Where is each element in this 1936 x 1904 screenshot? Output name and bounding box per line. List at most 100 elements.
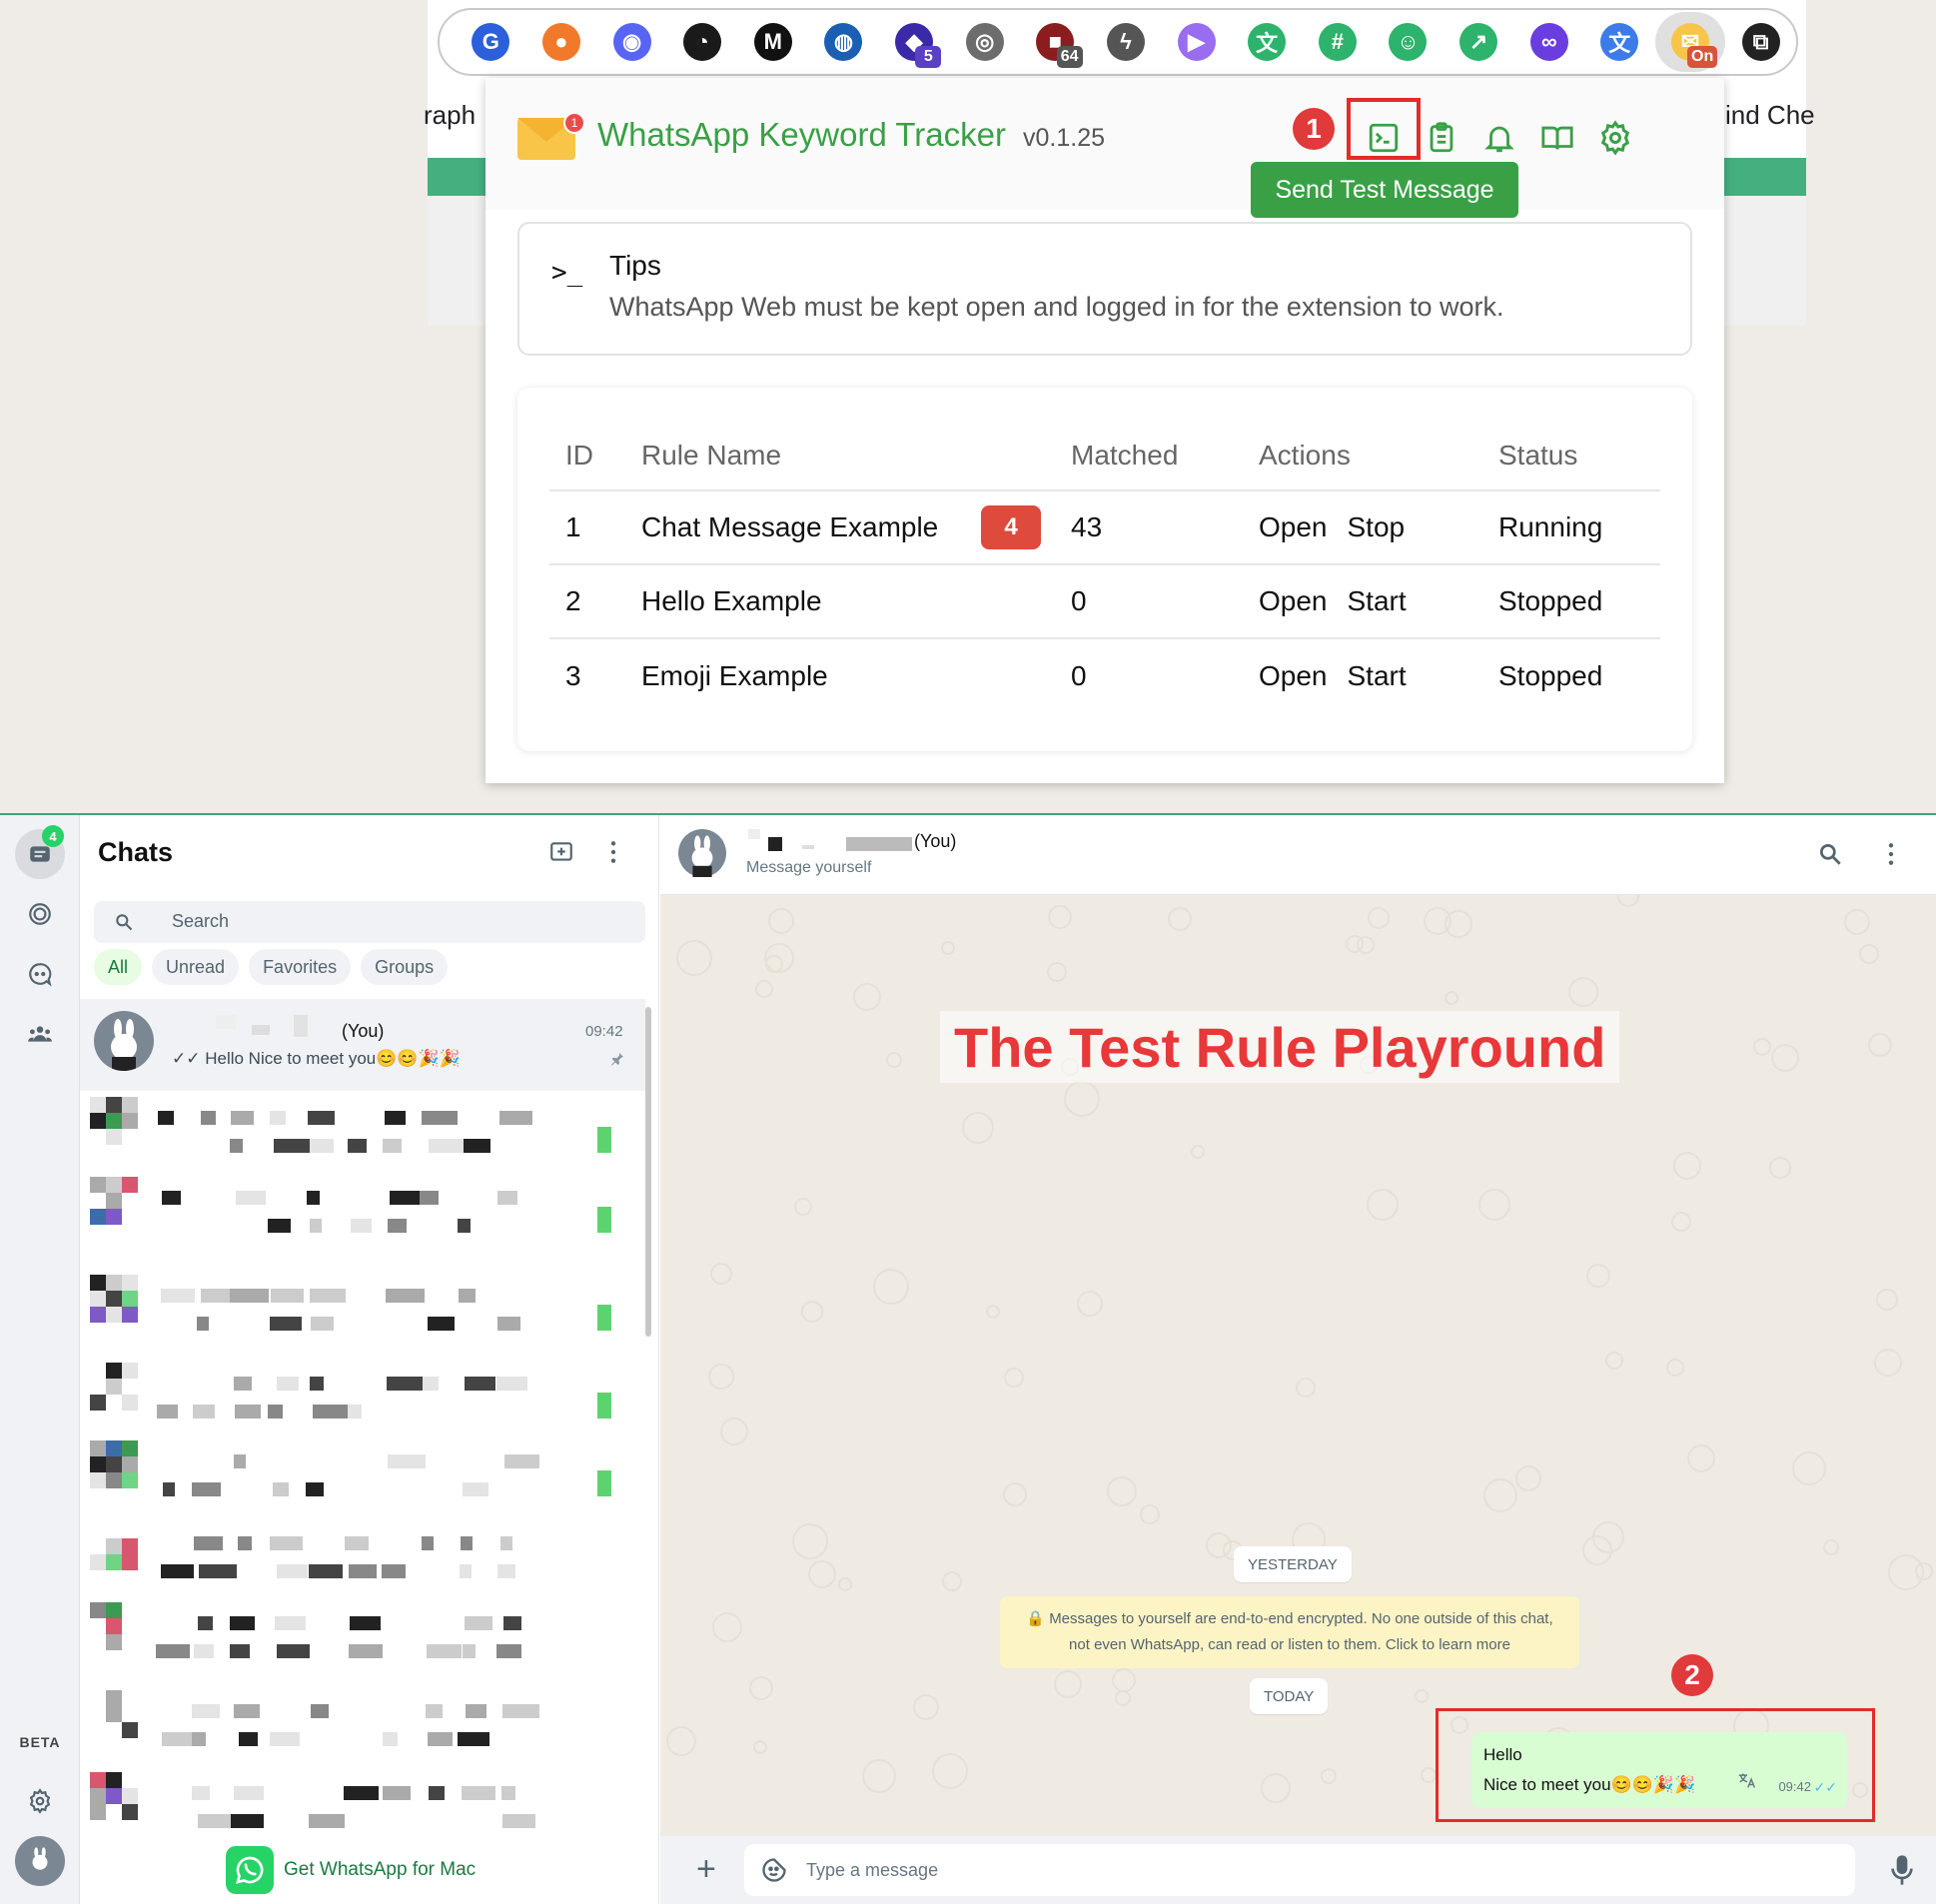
extension-badge: 64 xyxy=(1056,46,1083,68)
wallpaper-doodle xyxy=(1671,1212,1691,1232)
shield-g-extension-button[interactable]: G xyxy=(456,12,526,72)
chat-list-item[interactable] xyxy=(90,1097,639,1177)
wallpaper-doodle xyxy=(1367,1189,1399,1221)
monkey-extension-button[interactable]: ◎ xyxy=(949,12,1020,72)
chat-list-item[interactable] xyxy=(90,1440,639,1520)
search-messages-icon[interactable] xyxy=(1817,841,1843,872)
gear-icon[interactable] xyxy=(1587,110,1643,166)
whatsapp-tracker-ext-extension-button[interactable]: ✉ On xyxy=(1654,12,1726,72)
chat-list-item[interactable] xyxy=(90,1602,639,1682)
get-whatsapp-mac-link[interactable]: Get WhatsApp for Mac xyxy=(226,1846,476,1894)
new-chat-icon[interactable] xyxy=(547,839,575,870)
search-icon xyxy=(114,912,134,937)
search-input[interactable]: Search xyxy=(94,901,645,943)
chat-list-item[interactable] xyxy=(90,1177,639,1257)
rule-matched: 0 xyxy=(1071,660,1087,691)
gauge-extension-button[interactable]: ◔ xyxy=(667,12,738,72)
header-status: Status xyxy=(1498,440,1578,471)
communities-nav-icon[interactable] xyxy=(15,1009,65,1059)
bell-icon[interactable] xyxy=(1471,110,1527,166)
filter-unread[interactable]: Unread xyxy=(152,949,240,985)
bolt-extension-button[interactable]: ϟ xyxy=(1091,12,1162,72)
chat-list-item[interactable] xyxy=(90,1275,639,1355)
book-icon[interactable] xyxy=(1529,110,1585,166)
conversation-menu-icon[interactable] xyxy=(1887,841,1895,872)
whatsapp-web: 4 BETA Chats Search All Unread Favorites… xyxy=(0,813,1936,1904)
wallpaper-doodle xyxy=(838,1577,852,1591)
rule-actions: Open Start xyxy=(1259,660,1407,692)
wallpaper-doodle xyxy=(1357,936,1375,954)
start-button[interactable]: Start xyxy=(1348,585,1407,616)
menu-dots-icon[interactable] xyxy=(609,839,617,870)
share-extension-button[interactable]: ↗ xyxy=(1444,12,1514,72)
filter-all[interactable]: All xyxy=(94,949,143,985)
chat-list-item[interactable] xyxy=(90,1522,639,1602)
message-line-1: Hello xyxy=(1483,1745,1522,1764)
chats-unread-badge: 4 xyxy=(42,825,64,847)
microphone-icon[interactable] xyxy=(1891,1854,1913,1891)
translate-icon[interactable] xyxy=(1737,1770,1757,1800)
password-lock-extension-button[interactable]: ◍ xyxy=(808,12,879,72)
medium-icon: M xyxy=(753,23,792,61)
emoji-sticker-icon[interactable] xyxy=(760,1856,788,1889)
chat-list-item[interactable] xyxy=(90,1690,639,1770)
medium-extension-button[interactable]: M xyxy=(738,12,809,72)
open-button[interactable]: Open xyxy=(1259,511,1328,542)
self-chat-item[interactable]: (You) 09:42 ✓✓ Hello Nice to meet you😊😊🎉… xyxy=(80,999,645,1091)
graduation-cap-extension-button[interactable]: ◆ 5 xyxy=(879,12,950,72)
wallpaper-doodle xyxy=(792,1523,828,1559)
open-button[interactable]: Open xyxy=(1259,660,1328,691)
wallpaper-doodle xyxy=(932,1753,968,1789)
filter-groups[interactable]: Groups xyxy=(361,949,449,985)
wallpaper-doodle xyxy=(1077,1291,1103,1317)
person-extension-button[interactable]: ☺ xyxy=(1373,12,1444,72)
rule-status: Stopped xyxy=(1498,585,1603,616)
gradient-play-extension-button[interactable]: ▶ xyxy=(1161,12,1232,72)
overlay-title: The Test Rule Playround xyxy=(940,1011,1620,1083)
start-button[interactable]: Start xyxy=(1348,660,1407,691)
settings-icon[interactable] xyxy=(15,1776,65,1826)
unread-count-badge: 4 xyxy=(981,505,1041,549)
wallpaper-doodle xyxy=(1206,1532,1232,1558)
hashtag-extension-button[interactable]: # xyxy=(1303,12,1374,72)
wallpaper-doodle xyxy=(676,940,712,976)
outgoing-message[interactable]: Hello Nice to meet you😊😊🎉🎉 09:42 ✓✓ xyxy=(1471,1732,1847,1808)
status-nav-icon[interactable] xyxy=(15,889,65,939)
filter-favorites[interactable]: Favorites xyxy=(249,949,352,985)
message-input[interactable]: Type a message xyxy=(744,1844,1855,1896)
wallpaper-doodle xyxy=(941,941,955,955)
terminal-icon[interactable] xyxy=(1356,110,1412,166)
conversation-header[interactable]: (You) Message yourself xyxy=(660,815,1936,895)
discord-extension-button[interactable]: ◉ xyxy=(596,12,667,72)
wallpaper-doodle xyxy=(666,1726,696,1756)
chat-list-item[interactable] xyxy=(90,1772,639,1852)
wallpaper-doodle xyxy=(1586,1264,1610,1288)
chat-list-item[interactable] xyxy=(90,1363,639,1442)
wallpaper-doodle xyxy=(1666,1359,1684,1377)
translate-green-extension-button[interactable]: 文 xyxy=(1232,12,1303,72)
channels-nav-icon[interactable] xyxy=(15,949,65,999)
chat-list-scrollbar[interactable] xyxy=(645,1007,651,1337)
translate-blue-extension-button[interactable]: 文 xyxy=(1584,12,1655,72)
wallpaper-doodle xyxy=(749,1676,773,1700)
puzzle-extension-button[interactable]: ⧉ xyxy=(1725,12,1796,72)
pin-icon xyxy=(609,1051,625,1072)
nav-rail: 4 BETA xyxy=(0,815,80,1904)
dark-red-app-extension-button[interactable]: ■ 64 xyxy=(1020,12,1091,72)
open-button[interactable]: Open xyxy=(1259,585,1328,616)
infinity-extension-button[interactable]: ∞ xyxy=(1513,12,1584,72)
flame-extension-button[interactable]: ● xyxy=(526,12,597,72)
encryption-notice[interactable]: 🔒 Messages to yourself are end-to-end en… xyxy=(1000,1596,1579,1668)
wallpaper-doodle xyxy=(913,1694,939,1720)
wallpaper-doodle xyxy=(1582,1535,1612,1565)
attach-plus-icon[interactable]: + xyxy=(696,1850,716,1889)
wallpaper-doodle xyxy=(808,1560,836,1588)
clipboard-icon[interactable] xyxy=(1414,110,1469,166)
profile-avatar[interactable] xyxy=(15,1836,65,1886)
browser-window: raph ind Che G ● ◉ ◔ M ◍ ◆ 5 ◎ ■ 64 ϟ ▶ 文 # ☺ ↗ ∞ 文 ✉ On ⧉ 1 … xyxy=(0,0,1936,813)
wallpaper-doodle xyxy=(1478,1189,1510,1221)
rule-actions: Open Start xyxy=(1259,585,1407,617)
wallpaper-doodle xyxy=(1844,909,1870,935)
beta-label: BETA xyxy=(19,1734,61,1750)
stop-button[interactable]: Stop xyxy=(1348,511,1406,542)
